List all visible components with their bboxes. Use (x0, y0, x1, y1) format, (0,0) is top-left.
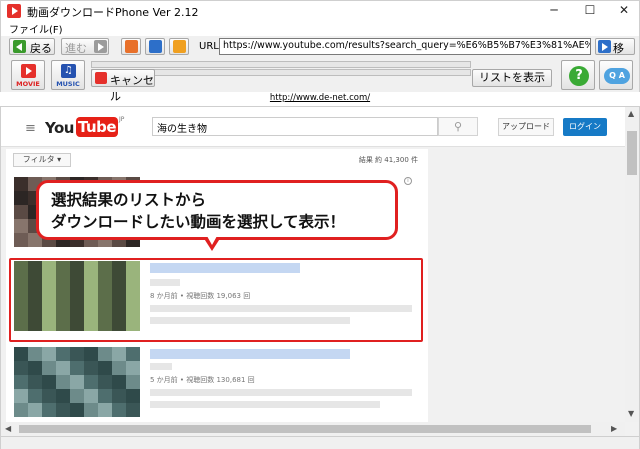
home-icon (173, 40, 186, 53)
status-bar (0, 437, 640, 449)
cancel-icon (95, 72, 107, 84)
scroll-left-icon[interactable]: ◀ (5, 424, 11, 433)
url-field[interactable]: https://www.youtube.com/results?search_q… (219, 38, 591, 55)
info-icon[interactable]: i (404, 177, 412, 185)
music-label: MUSIC (56, 80, 80, 88)
show-list-label: リストを表示 (479, 71, 545, 84)
go-arrow-icon (598, 40, 611, 53)
url-label: URL (199, 41, 219, 52)
back-label: 戻る (30, 42, 52, 55)
minimize-button[interactable]: ─ (537, 1, 571, 21)
callout-tail-inner (207, 236, 217, 245)
horizontal-scroll-thumb[interactable] (19, 425, 591, 433)
hamburger-menu-icon[interactable]: ≡ (25, 121, 36, 136)
results-count: 結果 約 41,300 件 (358, 156, 418, 164)
movie-icon (21, 64, 36, 78)
back-button[interactable]: 戻る (9, 38, 55, 55)
forward-button[interactable]: 進む (61, 38, 109, 55)
login-button[interactable]: ログイン (563, 118, 607, 136)
result-item-3[interactable]: 5 か月前 • 視聴回数 130,681 回 (12, 345, 422, 421)
window-title: 動画ダウンロードPhone Ver 2.12 (27, 6, 199, 19)
cancel-button[interactable]: キャンセル (91, 69, 155, 103)
horizontal-scrollbar[interactable]: ◀ ▶ (1, 422, 625, 436)
youtube-logo-tube[interactable]: Tube (76, 117, 118, 137)
help-button[interactable]: ? (561, 60, 595, 90)
vertical-scroll-thumb[interactable] (627, 131, 637, 175)
download-toolbar: MOVIE ♫ MUSIC キャンセル リストを表示 ? Q A (0, 58, 640, 103)
search-input[interactable]: 海の生き物 (152, 117, 438, 136)
move-button[interactable]: 移動 (595, 38, 635, 71)
callout-line-2: ダウンロードしたい動画を選択して表示！ (51, 213, 346, 231)
description-blurred (150, 401, 380, 408)
menu-bar: ファイル(F) (0, 20, 640, 36)
title-bar: 動画ダウンロードPhone Ver 2.12 ─ ☐ ✕ (0, 0, 640, 20)
youtube-region: JP (119, 116, 125, 123)
music-button[interactable]: ♫ MUSIC (51, 60, 85, 90)
menu-file[interactable]: ファイル(F) (9, 21, 63, 36)
scroll-down-icon[interactable]: ▼ (628, 409, 634, 418)
back-arrow-icon (13, 40, 26, 53)
show-list-button[interactable]: リストを表示 (472, 69, 552, 87)
search-button[interactable]: ⚲ (438, 117, 478, 136)
selected-result-highlight (9, 258, 423, 342)
video-title-blurred[interactable] (150, 349, 350, 359)
callout-line-1: 選択結果のリストから (51, 191, 207, 209)
instruction-callout: 選択結果のリストから ダウンロードしたい動画を選択して表示！ (36, 180, 398, 240)
download-progress-bar (91, 61, 471, 68)
maximize-button[interactable]: ☐ (573, 1, 607, 21)
search-icon: ⚲ (453, 120, 463, 133)
qa-button[interactable]: Q A (599, 60, 633, 90)
browser-view: ≡ You Tube JP 海の生き物 ⚲ アップロード ログイン フィルタ ▾… (0, 106, 640, 437)
video-thumbnail[interactable] (14, 347, 140, 417)
forward-label: 進む (65, 42, 87, 55)
movie-label: MOVIE (16, 80, 40, 88)
description-blurred (150, 389, 412, 396)
home-button[interactable] (169, 38, 189, 55)
music-icon: ♫ (61, 64, 76, 78)
close-button[interactable]: ✕ (607, 1, 640, 21)
stop-button[interactable] (121, 38, 141, 55)
scroll-up-icon[interactable]: ▲ (628, 109, 634, 118)
scroll-right-icon[interactable]: ▶ (611, 424, 617, 433)
navigation-toolbar: 戻る 進む URL https://www.youtube.com/result… (0, 36, 640, 71)
youtube-logo-you[interactable]: You (45, 119, 74, 137)
homepage-link[interactable]: http://www.de-net.com/ (0, 93, 640, 105)
movie-button[interactable]: MOVIE (11, 60, 45, 90)
video-meta: 5 か月前 • 視聴回数 130,681 回 (150, 376, 255, 384)
help-icon: ? (569, 66, 589, 86)
upload-button[interactable]: アップロード (498, 118, 554, 136)
channel-blurred (150, 363, 172, 370)
app-icon (7, 4, 21, 18)
stop-icon (125, 40, 138, 53)
refresh-button[interactable] (145, 38, 165, 55)
vertical-scrollbar[interactable]: ▲ ▼ (625, 107, 639, 422)
refresh-icon (149, 40, 162, 53)
filter-button[interactable]: フィルタ ▾ (13, 153, 71, 167)
youtube-header: ≡ You Tube JP 海の生き物 ⚲ アップロード ログイン (1, 107, 625, 147)
forward-arrow-icon (94, 40, 107, 53)
qa-icon: Q A (604, 68, 630, 84)
